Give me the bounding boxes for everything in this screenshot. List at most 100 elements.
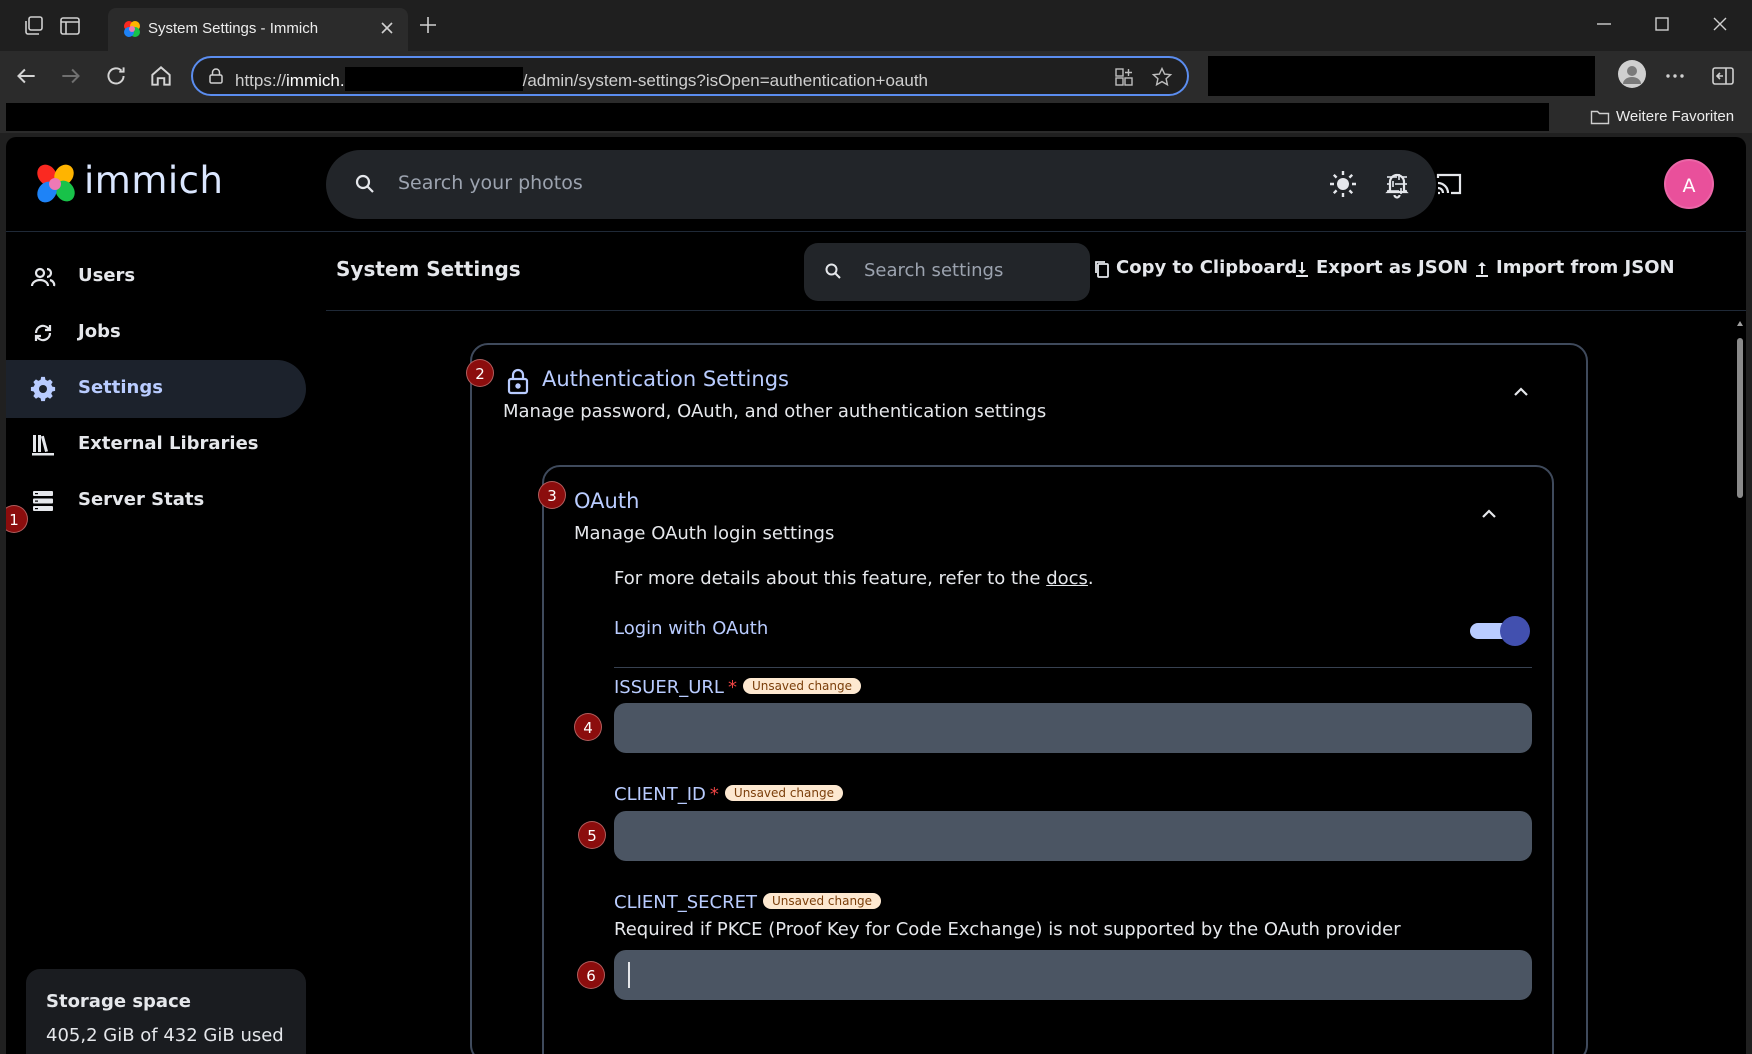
tab-title: System Settings - Immich xyxy=(148,20,319,37)
sync-icon xyxy=(34,324,52,342)
unsaved-change-badge: Unsaved change xyxy=(724,785,843,801)
profile-icon[interactable] xyxy=(1617,59,1647,89)
address-bar[interactable]: https://immich. /admin/system-settings?is… xyxy=(191,56,1189,96)
redacted-block xyxy=(1208,56,1595,96)
annotation-badge: 3 xyxy=(538,481,566,509)
import-json-button[interactable]: Import from JSON xyxy=(1472,255,1675,285)
workspaces-icon[interactable] xyxy=(22,14,46,38)
settings-search-placeholder: Search settings xyxy=(864,260,1004,281)
details-prefix: For more details about this feature, ref… xyxy=(614,568,1047,589)
scroll-up-arrow-icon[interactable] xyxy=(1736,320,1744,328)
home-icon[interactable] xyxy=(148,63,174,89)
server-icon xyxy=(33,491,53,511)
immich-app: immich Search your photos A Users Jobs S… xyxy=(6,137,1746,1054)
settings-toolbar: System Settings Search settings Copy to … xyxy=(326,233,1746,311)
login-with-oauth-toggle[interactable] xyxy=(1470,616,1530,646)
url-text: https://immich. /admin/system-settings?is… xyxy=(235,67,928,91)
collapse-chevron-icon[interactable] xyxy=(1478,503,1500,525)
required-marker: * xyxy=(727,677,737,698)
logo-text: immich xyxy=(84,159,224,202)
oauth-section-title[interactable]: OAuth xyxy=(574,489,639,513)
annotation-badge: 5 xyxy=(578,821,606,849)
docs-link[interactable]: docs xyxy=(1046,568,1088,589)
sidebar-item-label: Server Stats xyxy=(78,489,205,510)
export-json-button[interactable]: Export as JSON xyxy=(1292,255,1468,285)
favorite-star-icon[interactable] xyxy=(1151,66,1173,88)
redacted-block xyxy=(344,67,523,91)
copy-to-clipboard-button[interactable]: Copy to Clipboard xyxy=(1092,255,1297,285)
client-id-label: CLIENT_ID * Unsaved change xyxy=(614,784,843,805)
lock-icon[interactable] xyxy=(207,67,225,85)
settings-search-input[interactable]: Search settings xyxy=(804,243,1090,301)
notifications-bell-icon[interactable] xyxy=(1382,169,1412,199)
users-icon xyxy=(30,267,56,287)
theme-toggle-icon[interactable] xyxy=(1328,169,1358,199)
photo-search-placeholder: Search your photos xyxy=(398,172,583,194)
close-window-icon[interactable] xyxy=(1708,12,1732,36)
scrollbar[interactable] xyxy=(1734,320,1746,1050)
bookmark-bar: Weitere Favoriten xyxy=(0,103,1752,133)
annotation-badge: 6 xyxy=(577,961,605,989)
import-label: Import from JSON xyxy=(1496,257,1675,278)
sidebar-item-users[interactable]: Users xyxy=(6,248,306,306)
library-icon xyxy=(32,435,54,456)
client-secret-hint: Required if PKCE (Proof Key for Code Exc… xyxy=(614,919,1401,940)
divider xyxy=(614,667,1532,668)
sidebar-item-server-stats[interactable]: Server Stats xyxy=(6,472,306,530)
reload-icon[interactable] xyxy=(103,63,129,89)
page-title: System Settings xyxy=(336,257,521,281)
details-suffix: . xyxy=(1087,568,1094,589)
cast-icon[interactable] xyxy=(1434,169,1464,199)
lock-icon xyxy=(507,368,529,395)
tab-actions-icon[interactable] xyxy=(58,14,82,38)
main-content: System Settings Search settings Copy to … xyxy=(326,233,1746,1054)
annotation-badge: 2 xyxy=(466,359,494,387)
client-id-input[interactable] xyxy=(614,811,1532,861)
oauth-settings-card: 3 OAuth Manage OAuth login settings For … xyxy=(538,465,1554,1054)
client-secret-label: CLIENT_SECRET Unsaved change xyxy=(614,892,882,913)
browser-tab-active[interactable]: System Settings - Immich xyxy=(108,8,408,51)
text-caret xyxy=(628,962,630,988)
client-secret-input[interactable] xyxy=(614,950,1532,1000)
forward-icon[interactable] xyxy=(58,63,84,89)
url-prefix: https:// xyxy=(235,71,287,90)
collapse-chevron-icon[interactable] xyxy=(1510,381,1532,403)
folder-icon[interactable] xyxy=(1590,108,1610,126)
copy-icon xyxy=(1095,261,1109,278)
issuer-url-input[interactable] xyxy=(614,703,1532,753)
photo-search-bar[interactable]: Search your photos xyxy=(326,150,1436,219)
sidebar-item-settings[interactable]: Settings xyxy=(6,360,306,418)
browser-sidebar-icon[interactable] xyxy=(1710,63,1736,89)
auth-section-title[interactable]: Authentication Settings xyxy=(542,367,789,391)
sidebar-item-external-libraries[interactable]: External Libraries xyxy=(6,416,306,474)
scroll-thumb[interactable] xyxy=(1737,338,1743,498)
storage-title: Storage space xyxy=(46,991,191,1012)
new-tab-icon[interactable] xyxy=(416,13,440,37)
user-avatar[interactable]: A xyxy=(1664,159,1714,209)
storage-used-text: 405,2 GiB of 432 GiB used xyxy=(46,1025,284,1046)
admin-sidebar: Users Jobs Settings External Libraries S… xyxy=(6,233,326,1054)
immich-favicon-icon xyxy=(124,21,140,37)
sidebar-item-label: External Libraries xyxy=(78,433,259,454)
upload-icon xyxy=(1476,262,1488,277)
storage-space-card: Storage space 405,2 GiB of 432 GiB used xyxy=(26,969,306,1054)
bookmark-folder-label[interactable]: Weitere Favoriten xyxy=(1616,108,1734,125)
more-options-icon[interactable] xyxy=(1662,63,1688,89)
redacted-block xyxy=(6,103,1549,131)
immich-logo-icon[interactable] xyxy=(32,161,78,207)
login-with-oauth-label: Login with OAuth xyxy=(614,618,769,639)
auth-section-description: Manage password, OAuth, and other authen… xyxy=(503,401,1047,422)
annotation-badge: 4 xyxy=(574,713,602,741)
app-available-icon[interactable] xyxy=(1113,66,1135,88)
settings-content: 2 Authentication Settings Manage passwor… xyxy=(326,312,1746,1054)
close-tab-icon[interactable] xyxy=(378,19,396,37)
browser-nav-bar: https://immich. /admin/system-settings?is… xyxy=(0,51,1752,103)
url-path: /admin/system-settings?isOpen=authentica… xyxy=(522,71,929,90)
sidebar-item-label: Users xyxy=(78,265,136,286)
maximize-icon[interactable] xyxy=(1650,12,1674,36)
toggle-knob xyxy=(1500,616,1530,646)
back-icon[interactable] xyxy=(13,63,39,89)
minimize-icon[interactable] xyxy=(1592,12,1616,36)
sidebar-item-label: Jobs xyxy=(78,321,121,342)
sidebar-item-jobs[interactable]: Jobs xyxy=(6,304,306,362)
